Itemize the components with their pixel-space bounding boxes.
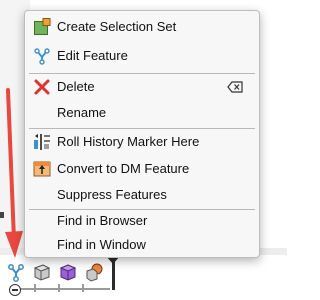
menu-item-convert-dm-feature[interactable]: Convert to DM Feature (25, 157, 259, 181)
minus-circle-icon[interactable] (9, 284, 21, 296)
delete-x-icon (33, 78, 51, 96)
menu-item-find-in-browser[interactable]: Find in Browser (25, 209, 259, 233)
menu-item-label: Roll History Marker Here (57, 134, 200, 149)
roll-marker-bar[interactable] (112, 260, 115, 290)
roll-history-icon (33, 133, 51, 151)
timeline-track (10, 288, 110, 290)
menu-item-rename[interactable]: Rename (25, 101, 259, 125)
menu-item-label: Edit Feature (57, 48, 128, 63)
menu-separator (29, 73, 255, 74)
timeline-tick (82, 284, 84, 292)
menu-item-roll-history-marker[interactable]: Roll History Marker Here (25, 130, 259, 154)
edge-marker (0, 212, 4, 218)
menu-separator (29, 128, 255, 129)
selection-set-icon (33, 18, 51, 36)
body-purple-icon[interactable] (58, 262, 78, 282)
edit-feature-icon (33, 47, 51, 65)
menu-item-create-selection-set[interactable]: Create Selection Set (25, 15, 259, 39)
menu-item-label: Create Selection Set (57, 19, 177, 34)
delete-key-icon (227, 80, 243, 94)
menu-item-suppress-features[interactable]: Suppress Features (25, 183, 259, 207)
menu-item-delete[interactable]: Delete (25, 75, 259, 99)
body-orange-icon[interactable] (84, 262, 104, 282)
menu-item-label: Rename (57, 105, 107, 120)
timeline-tick (58, 284, 60, 292)
body-gray-icon[interactable] (32, 262, 52, 282)
menu-item-find-in-window[interactable]: Find in Window (25, 233, 259, 257)
menu-item-label: Find in Window (57, 237, 146, 252)
timeline-tick (34, 284, 36, 292)
menu-item-label: Find in Browser (57, 213, 148, 228)
convert-dm-icon (33, 160, 51, 178)
menu-item-label: Delete (57, 79, 95, 94)
feature-fork-icon[interactable] (6, 262, 26, 282)
screen: Create Selection Set Edit Feature Delete… (0, 0, 287, 300)
menu-item-label: Convert to DM Feature (57, 161, 190, 176)
menu-item-edit-feature[interactable]: Edit Feature (25, 44, 259, 68)
context-menu: Create Selection Set Edit Feature Delete… (24, 10, 260, 258)
menu-item-label: Suppress Features (57, 187, 167, 202)
